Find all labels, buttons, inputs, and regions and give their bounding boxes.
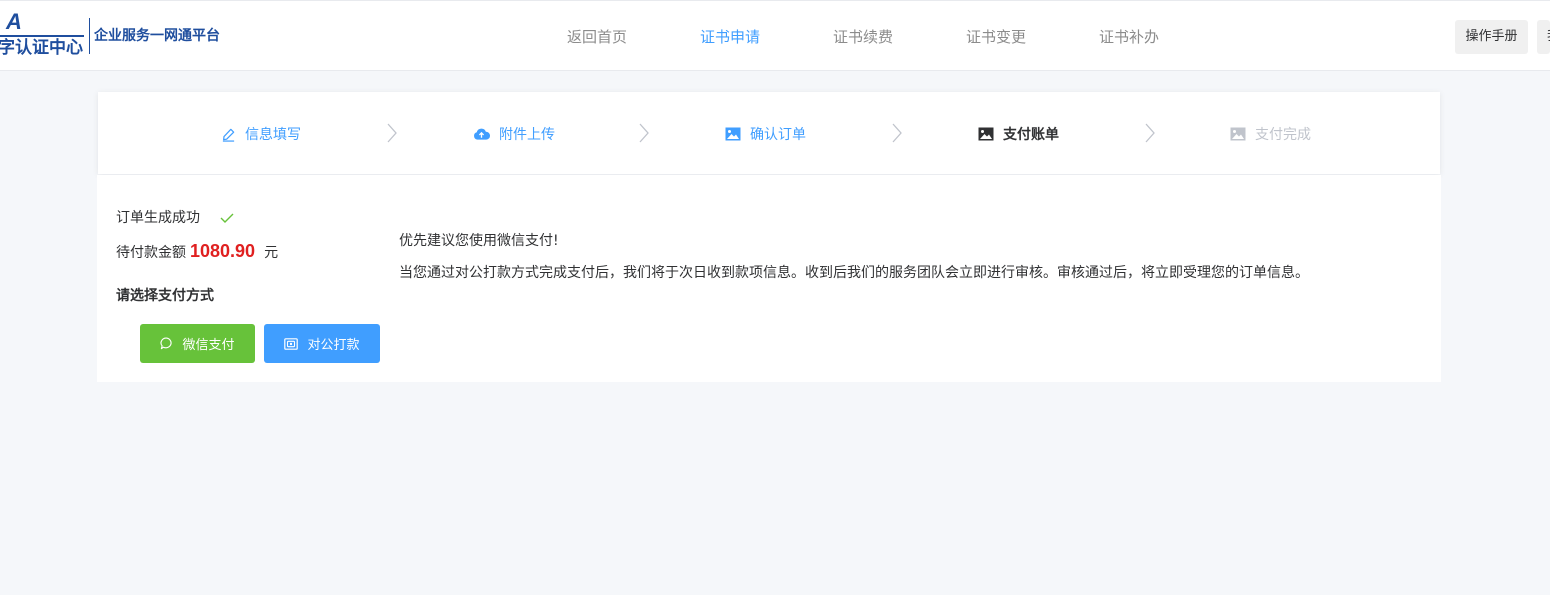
picture-icon [978, 127, 994, 141]
choose-payment-label: 请选择支付方式 [116, 288, 214, 304]
nav-cert-apply[interactable]: 证书申请 [700, 27, 760, 47]
step-attachment-upload: 附件上传 [473, 124, 555, 144]
bank-transfer-label: 对公打款 [307, 338, 360, 353]
money-icon [284, 337, 299, 350]
logo-divider [89, 18, 90, 54]
step-label: 信息填写 [245, 127, 301, 143]
step-label: 确认订单 [750, 127, 806, 143]
amount-label: 待付款金额 [116, 245, 186, 261]
step-pay-complete: 支付完成 [1230, 124, 1311, 144]
logo[interactable]: A 字认证中心 [0, 9, 88, 61]
chevron-right-icon [892, 123, 902, 143]
nav-home[interactable]: 返回首页 [567, 27, 627, 47]
order-status-text: 订单生成成功 [116, 210, 200, 226]
chevron-right-icon [387, 123, 397, 143]
check-icon [220, 213, 234, 223]
picture-icon [725, 127, 741, 141]
top-header: A 字认证中心 企业服务一网通平台 返回首页 证书申请 证书续费 证书变更 证书… [0, 0, 1550, 71]
user-button[interactable]: 我 [1537, 20, 1550, 54]
wechat-recommend-tip: 优先建议您使用微信支付! [399, 233, 559, 249]
edit-icon [222, 128, 235, 142]
transfer-info-tip: 当您通过对公打款方式完成支付后，我们将于次日收到款项信息。收到后我们的服务团队会… [399, 265, 1309, 281]
chevron-right-icon [639, 123, 649, 143]
manual-button[interactable]: 操作手册 [1455, 20, 1528, 54]
bank-transfer-button[interactable]: 对公打款 [264, 324, 380, 363]
step-info-fill: 信息填写 [221, 124, 301, 144]
nav-cert-renew[interactable]: 证书续费 [833, 27, 893, 47]
chat-bubble-icon [160, 337, 173, 350]
wechat-pay-button[interactable]: 微信支付 [140, 324, 255, 363]
step-label: 附件上传 [499, 127, 555, 143]
step-label: 支付完成 [1255, 127, 1311, 143]
logo-text: 字认证中心 [0, 38, 83, 58]
amount-row: 待付款金额 1080.90 元 [116, 241, 278, 262]
step-pay-bill: 支付账单 [978, 124, 1059, 144]
picture-icon [1230, 127, 1246, 141]
platform-name: 企业服务一网通平台 [94, 28, 220, 44]
amount-unit: 元 [264, 245, 279, 261]
step-label: 支付账单 [1003, 127, 1059, 143]
amount-value: 1080.90 [190, 241, 256, 261]
step-confirm-order: 确认订单 [725, 124, 806, 144]
logo-mark: A [6, 9, 22, 34]
chevron-right-icon [1145, 123, 1155, 143]
order-status: 订单生成成功 [116, 208, 234, 228]
nav-cert-reissue[interactable]: 证书补办 [1099, 27, 1159, 47]
cloud-upload-icon [474, 128, 490, 140]
nav-cert-change[interactable]: 证书变更 [966, 27, 1026, 47]
steps-bar: 信息填写 附件上传 确认订单 支付账单 支付完成 [98, 92, 1440, 174]
wechat-pay-label: 微信支付 [182, 338, 235, 353]
payment-card: 订单生成成功 待付款金额 1080.90 元 请选择支付方式 微信支付 对公打款… [97, 175, 1441, 382]
